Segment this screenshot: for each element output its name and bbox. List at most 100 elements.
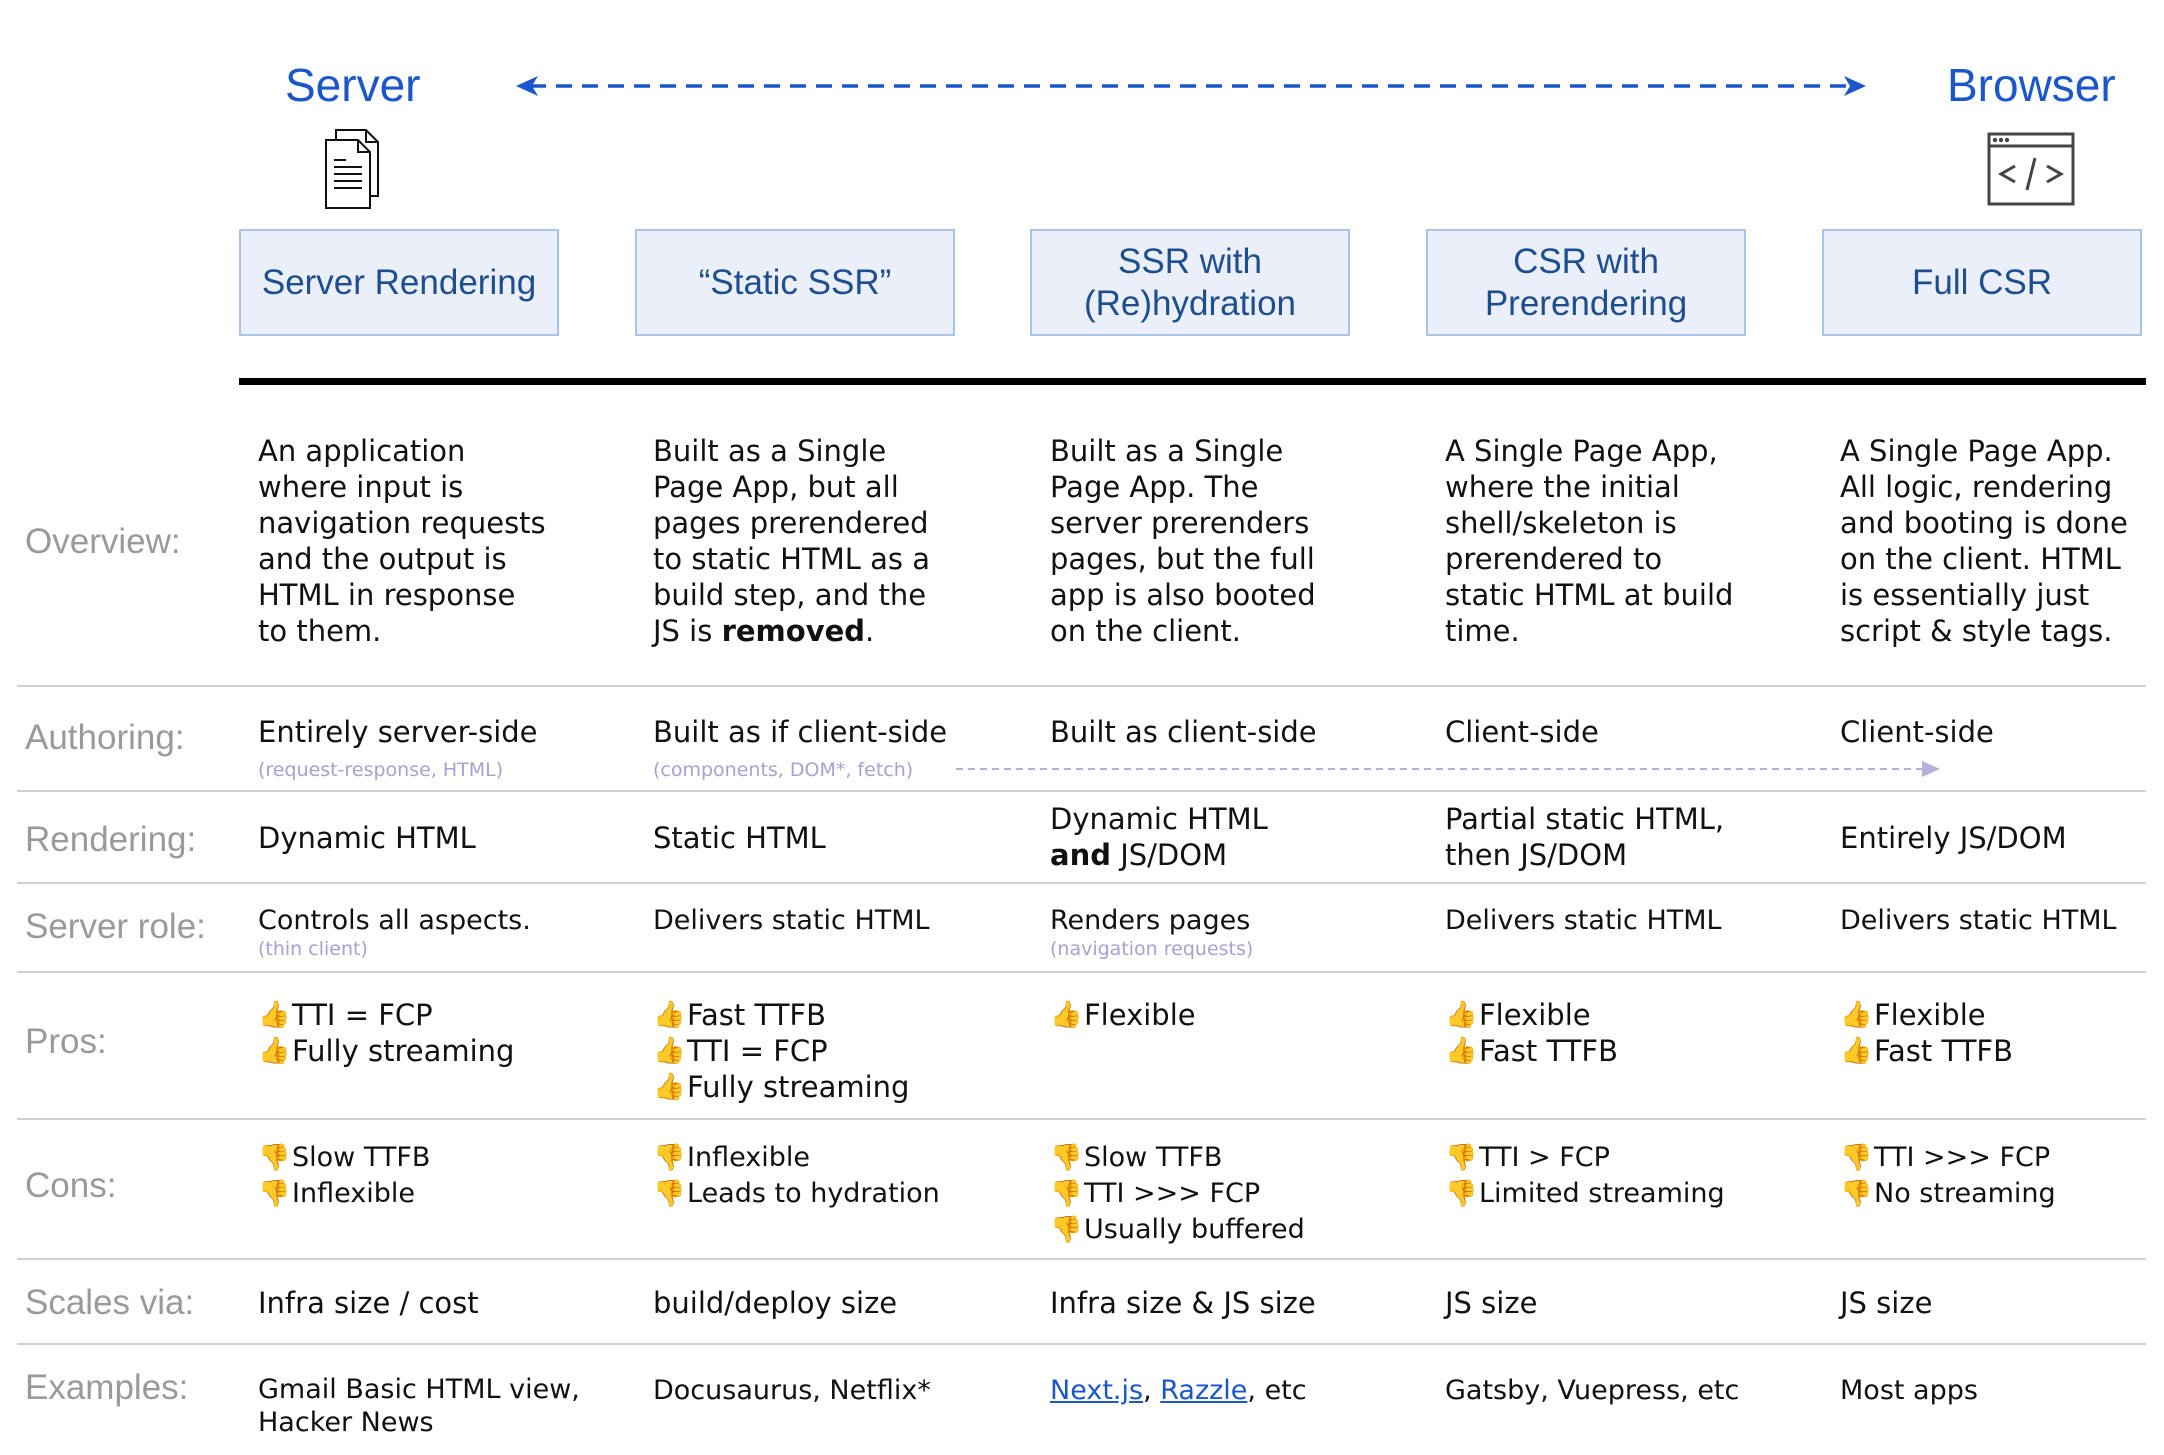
pros-item: 👍 Fully streaming	[653, 1069, 909, 1105]
pros-item: 👍 Fast TTFB	[1445, 1033, 1618, 1069]
pros-item-text: Fully streaming	[687, 1070, 910, 1104]
thumbs-down-icon: 👎	[1840, 1179, 1873, 1209]
rendering-text-end: JS/DOM	[1110, 838, 1228, 872]
row-label-server-role: Server role:	[25, 907, 206, 946]
cons-item: 👎 Leads to hydration	[653, 1176, 940, 1212]
overview-bold-text: removed	[721, 614, 866, 648]
cons-item-text: Inflexible	[292, 1178, 415, 1209]
thumbs-down-icon: 👎	[1050, 1215, 1083, 1245]
browser-title: Browser	[1947, 59, 2116, 111]
cons-item: 👎 Slow TTFB	[258, 1140, 430, 1176]
row-label-examples: Examples:	[25, 1368, 189, 1407]
razzle-link[interactable]: Razzle	[1160, 1375, 1247, 1406]
cons-item: 👎 Usually buffered	[1050, 1212, 1305, 1248]
examples-cell: Most apps	[1840, 1375, 1978, 1406]
thumbs-up-icon: 👍	[1445, 1036, 1478, 1066]
authoring-cell: Client-side	[1445, 715, 1599, 749]
authoring-cell: Client-side	[1840, 715, 1994, 749]
scales-via-cell: JS size	[1445, 1286, 1538, 1320]
column-header-static-ssr: “Static SSR”	[635, 229, 955, 336]
row-divider	[17, 685, 2146, 687]
authoring-cell: Built as client-side	[1050, 715, 1317, 749]
cons-item: 👎 TTI > FCP	[1445, 1140, 1725, 1176]
rendering-cell: Partial static HTML, then JS/DOM	[1445, 802, 1725, 872]
cons-item-text: Slow TTFB	[1084, 1142, 1223, 1173]
rendering-cell: Dynamic HTML	[258, 821, 476, 855]
row-divider	[17, 882, 2146, 884]
overview-cell: Built as a Single Page App. The server p…	[1050, 434, 1316, 648]
pros-item-text: Flexible	[1874, 998, 1986, 1032]
cons-item: 👎 TTI >>> FCP	[1840, 1140, 2056, 1176]
row-label-scales-via: Scales via:	[25, 1283, 195, 1322]
pros-item: 👍 Flexible	[1840, 997, 2013, 1033]
pros-cell: 👍 TTI = FCP 👍 Fully streaming	[258, 997, 514, 1069]
thumbs-down-icon: 👎	[1050, 1143, 1083, 1173]
pros-cell: 👍 Flexible 👍 Fast TTFB	[1840, 997, 2013, 1069]
overview-cell: Built as a Single Page App, but all page…	[653, 433, 930, 649]
examples-cell: Gmail Basic HTML view, Hacker News	[258, 1374, 580, 1438]
pros-cell: 👍 Flexible	[1050, 997, 1196, 1033]
pros-item: 👍 Flexible	[1445, 997, 1618, 1033]
cons-item: 👎 Inflexible	[258, 1176, 430, 1212]
row-divider	[17, 971, 2146, 973]
cons-cell: 👎 Slow TTFB 👎 Inflexible	[258, 1140, 430, 1212]
row-divider	[17, 1343, 2146, 1345]
scales-via-cell: JS size	[1840, 1286, 1933, 1320]
cons-item-text: TTI >>> FCP	[1874, 1142, 2051, 1173]
examples-cell: Docusaurus, Netflix*	[653, 1375, 931, 1406]
cons-item-text: TTI >>> FCP	[1084, 1178, 1261, 1209]
row-label-rendering: Rendering:	[25, 820, 197, 859]
arrow-head-right	[1844, 76, 1866, 96]
authoring-note: (request-response, HTML)	[258, 759, 504, 781]
server-role-cell: Controls all aspects.	[258, 905, 531, 936]
pros-item-text: Fast TTFB	[1874, 1034, 2013, 1068]
row-label-overview: Overview:	[25, 522, 181, 561]
thumbs-up-icon: 👍	[1445, 1000, 1478, 1030]
thumbs-down-icon: 👎	[258, 1143, 291, 1173]
thumbs-up-icon: 👍	[258, 1036, 291, 1066]
cons-item-text: Limited streaming	[1479, 1178, 1725, 1209]
thumbs-up-icon: 👍	[1050, 1000, 1083, 1030]
cons-cell: 👎 Slow TTFB 👎 TTI >>> FCP 👎 Usually buffered	[1050, 1140, 1305, 1248]
document-stack-icon	[325, 129, 379, 209]
examples-cell: Gatsby, Vuepress, etc	[1445, 1375, 1740, 1406]
cons-item: 👎 TTI >>> FCP	[1050, 1176, 1305, 1212]
thumbs-down-icon: 👎	[1050, 1179, 1083, 1209]
client-side-progression-arrow	[956, 761, 1940, 777]
browser-code-icon	[1987, 132, 2075, 206]
thumbs-up-icon: 👍	[653, 1072, 686, 1102]
pros-item-text: TTI = FCP	[687, 1034, 828, 1068]
thumbs-up-icon: 👍	[653, 1000, 686, 1030]
row-label-pros: Pros:	[25, 1022, 107, 1061]
thumbs-down-icon: 👎	[1445, 1143, 1478, 1173]
pros-cell: 👍 Fast TTFB 👍 TTI = FCP 👍 Fully streaming	[653, 997, 909, 1105]
cons-item: 👎 Inflexible	[653, 1140, 940, 1176]
cons-cell: 👎 Inflexible 👎 Leads to hydration	[653, 1140, 940, 1212]
row-divider	[17, 790, 2146, 792]
rendering-bold-text: and	[1050, 838, 1111, 872]
pros-item: 👍 TTI = FCP	[653, 1033, 909, 1069]
rendering-cell: Static HTML	[653, 821, 826, 855]
pros-item-text: Flexible	[1479, 998, 1591, 1032]
overview-cell: A Single Page App. All logic, rendering …	[1840, 434, 2128, 648]
nextjs-link[interactable]: Next.js	[1050, 1375, 1143, 1406]
cons-item: 👎 Slow TTFB	[1050, 1140, 1305, 1176]
authoring-note: (components, DOM*, fetch)	[653, 759, 914, 781]
cons-item: 👎 No streaming	[1840, 1176, 2056, 1212]
pros-item: 👍 TTI = FCP	[258, 997, 514, 1033]
rendering-cell: Entirely JS/DOM	[1840, 821, 2067, 855]
cons-item-text: Slow TTFB	[292, 1142, 431, 1173]
overview-text-end: .	[865, 614, 875, 648]
cons-item-text: TTI > FCP	[1479, 1142, 1610, 1173]
pros-item-text: Fast TTFB	[1479, 1034, 1618, 1068]
server-title: Server	[285, 59, 421, 111]
cons-item-text: Inflexible	[687, 1142, 810, 1173]
pros-cell: 👍 Flexible 👍 Fast TTFB	[1445, 997, 1618, 1069]
pros-item: 👍 Fast TTFB	[1840, 1033, 2013, 1069]
cons-cell: 👎 TTI >>> FCP 👎 No streaming	[1840, 1140, 2056, 1212]
cons-item-text: Leads to hydration	[687, 1178, 940, 1209]
thumbs-down-icon: 👎	[258, 1179, 291, 1209]
pros-item-text: Fast TTFB	[687, 998, 826, 1032]
comma: ,	[1143, 1375, 1161, 1406]
pros-item-text: TTI = FCP	[292, 998, 433, 1032]
